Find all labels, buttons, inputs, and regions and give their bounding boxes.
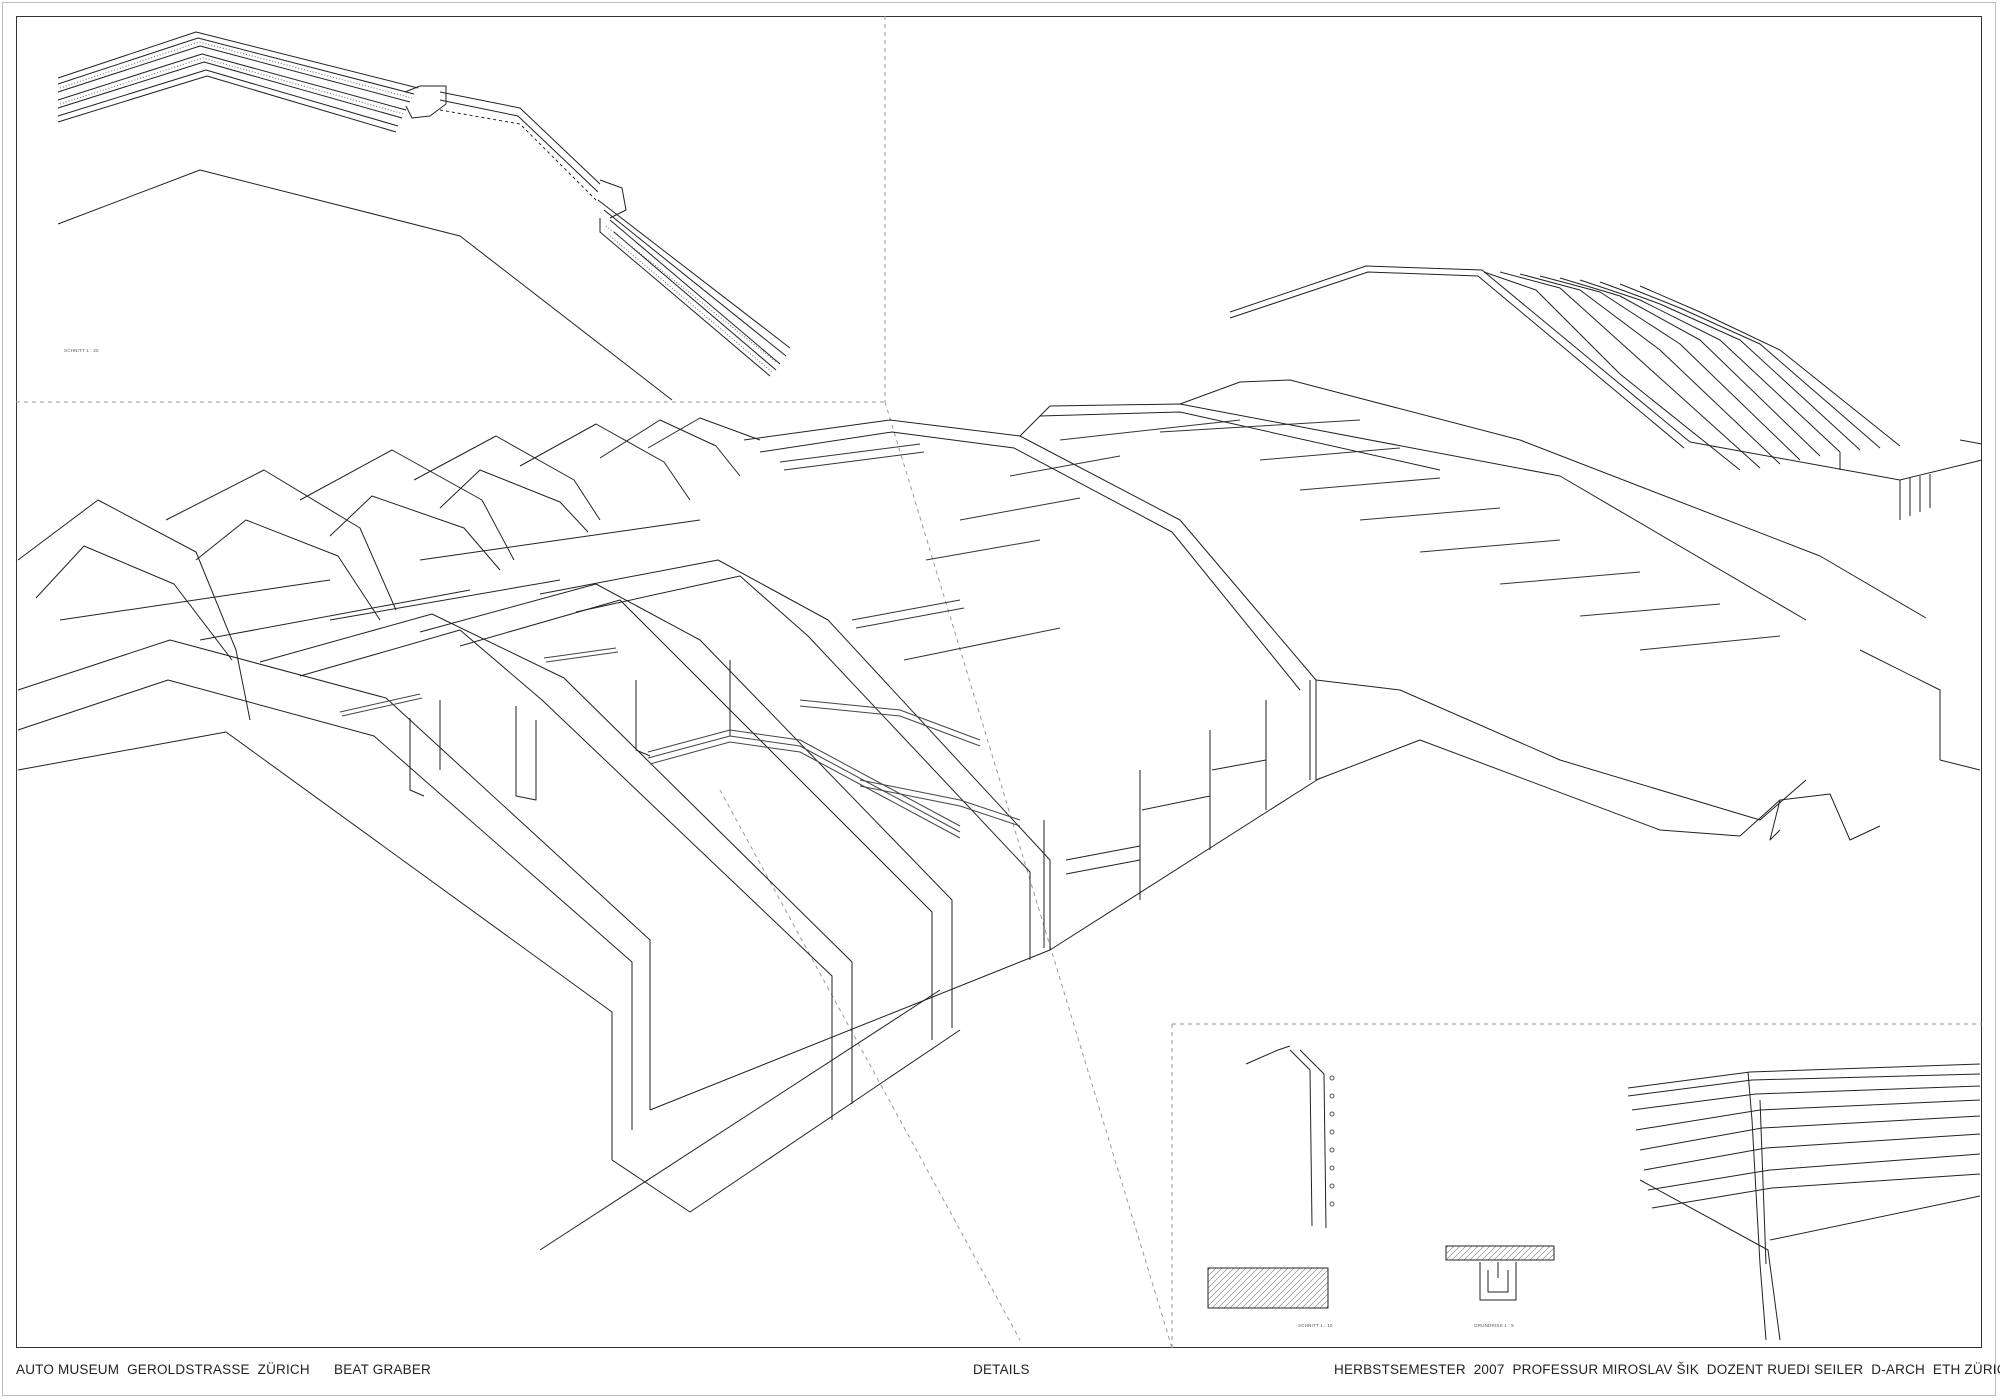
roof-surface-center [743, 379, 1981, 948]
railing-section-detail [1207, 1045, 1981, 1341]
title-block: AUTO MUSEUM GEROLDSTRASSE ZÜRICH BEAT GR… [16, 1356, 2000, 1386]
sheet-title: DETAILS [973, 1362, 1030, 1377]
project-title: AUTO MUSEUM GEROLDSTRASSE ZÜRICH [16, 1362, 310, 1377]
roof-ridge-right [1229, 265, 1983, 520]
panel-dividers [16, 16, 1982, 1349]
main-axonometric-drawing [16, 16, 1983, 1349]
rail-section-scale-label: SCHNITT 1 : 10 [1298, 1323, 1333, 1328]
course-credits: HERBSTSEMESTER 2007 PROFESSUR MIROSLAV Š… [1334, 1362, 2000, 1377]
roof-vaults-left [17, 417, 1321, 1251]
rail-plan-scale-label: GRUNDRISS 1 : 5 [1474, 1323, 1515, 1328]
roof-section-detail [57, 31, 791, 401]
author-name: BEAT GRABER [334, 1362, 431, 1377]
roof-section-scale-label: SCHNITT 1 : 20 [64, 348, 99, 353]
drawing-sheet: SCHNITT 1 : 20 SCHNITT 1 : 10 GRUNDRISS … [0, 0, 2000, 1400]
